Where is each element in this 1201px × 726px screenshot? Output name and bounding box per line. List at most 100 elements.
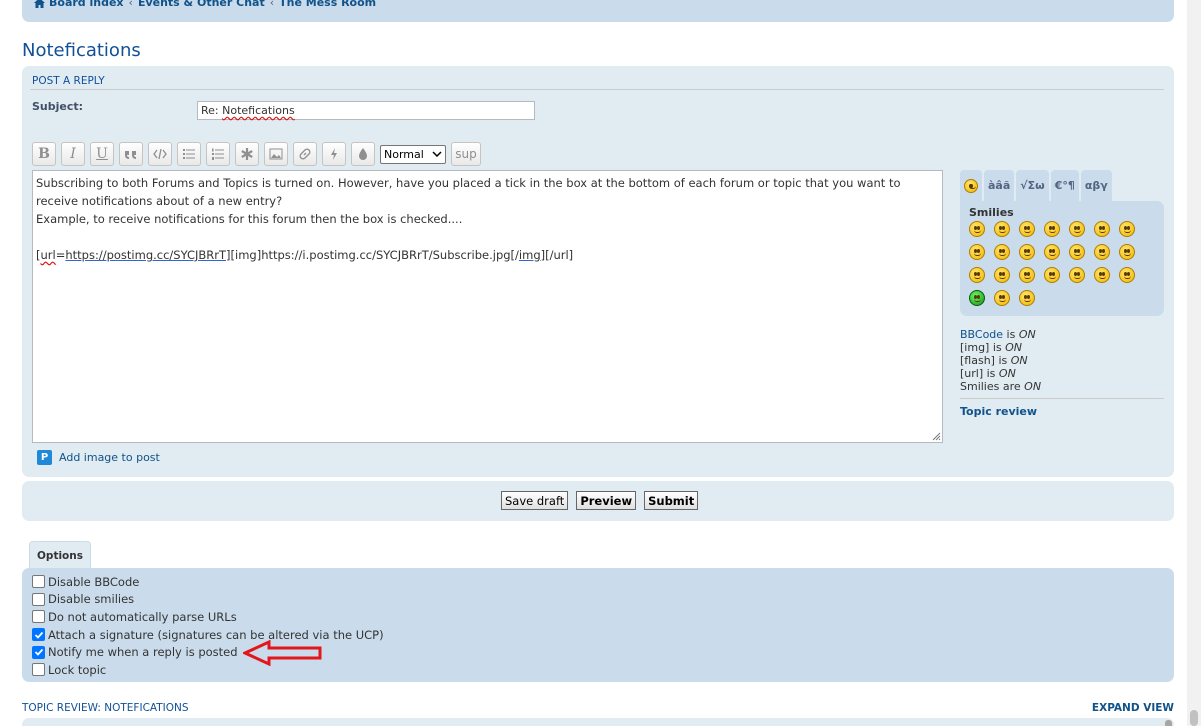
submit-button[interactable]: Submit [644,491,699,510]
italic-button[interactable]: I [61,142,85,166]
divider [960,398,1164,399]
topic-review-panel [22,718,1174,726]
checkbox[interactable] [32,663,45,677]
smiley-icon[interactable] [994,244,1010,260]
list-button[interactable] [177,142,201,166]
smiley-icon[interactable] [1094,221,1110,237]
smiley-mouth [974,299,981,302]
message-textarea[interactable]: Subscribing to both Forums and Topics is… [32,170,943,443]
tab-symbols[interactable]: €°¶ [1050,170,1079,201]
checkbox[interactable] [32,628,45,642]
checkmark-icon [34,649,43,656]
resize-grip-icon[interactable] [932,432,941,441]
smiley-icon[interactable] [994,221,1010,237]
page-title[interactable]: Notefications [22,40,141,61]
message-text: img [518,248,541,262]
smiley-mouth [999,253,1006,256]
smiley-icon[interactable] [1044,244,1060,260]
smiley-mouth [1074,230,1081,233]
smiley-icon[interactable] [1069,244,1085,260]
sup-button[interactable]: sup [451,142,481,166]
smiley-icon[interactable] [1069,221,1085,237]
code-icon [153,148,167,160]
smiley-icon[interactable] [1019,221,1035,237]
breadcrumb-events[interactable]: Events & Other Chat [138,0,265,9]
link-button[interactable] [293,142,317,166]
breadcrumb-mess-room[interactable]: The Mess Room [279,0,376,9]
smiley-icon[interactable] [969,244,985,260]
add-image-link[interactable]: P Add image to post [37,450,160,465]
topic-review-scrollbar[interactable] [1165,720,1172,726]
smiley-icon[interactable] [1019,244,1035,260]
numbered-list-button[interactable] [206,142,230,166]
smiley-icon[interactable] [969,221,985,237]
list-icon [183,149,195,159]
font-size-select[interactable]: Normal [380,144,446,164]
scrollbar-thumb[interactable] [1190,710,1198,726]
save-draft-button[interactable]: Save draft [501,491,569,510]
smiley-icon[interactable] [1119,221,1135,237]
expand-view-link[interactable]: EXPAND VIEW [1092,702,1174,714]
message-text: [img]https://i.postimg.cc/SYCJBRrT/Subsc… [230,248,519,262]
checkbox[interactable] [32,575,45,589]
smiley-icon[interactable] [1119,267,1135,283]
tab-math[interactable]: √Σω [1016,170,1049,201]
option-disable-smilies[interactable]: Disable smilies [32,591,384,609]
bold-button[interactable]: B [32,142,56,166]
tab-smilies[interactable] [960,170,982,201]
font-size-value: Normal [384,147,424,161]
page-scrollbar[interactable] [1187,0,1201,726]
tab-greek[interactable]: αβγ [1080,170,1112,201]
smiley-icon[interactable] [1044,267,1060,283]
smiley-mouth [1024,276,1031,279]
smiley-icon[interactable] [1094,267,1110,283]
bbcode-link[interactable]: BBCode [960,328,1003,341]
option-label: Attach a signature (signatures can be al… [48,627,384,642]
option-notify-reply[interactable]: Notify me when a reply is posted [32,643,384,661]
smiley-icon[interactable] [1044,221,1060,237]
image-button[interactable] [264,142,288,166]
checkbox[interactable] [32,645,45,659]
code-button[interactable] [148,142,172,166]
smiley-icon[interactable] [994,267,1010,283]
smiley-icon[interactable] [1119,244,1135,260]
underline-button[interactable]: U [90,142,114,166]
smiley-icon[interactable] [969,290,985,306]
quote-icon [125,151,136,159]
numbered-list-icon [212,148,224,160]
smiley-mouth [1099,230,1106,233]
red-arrow-annotation-icon [243,640,322,666]
smiley-mouth [999,230,1006,233]
option-disable-magic-url[interactable]: Do not automatically parse URLs [32,608,384,626]
checkbox[interactable] [32,592,45,606]
flash-button[interactable] [322,142,346,166]
checkbox[interactable] [32,610,45,624]
smiley-icon[interactable] [1019,290,1035,306]
option-lock-topic[interactable]: Lock topic [32,661,384,679]
smiley-icon[interactable] [1069,267,1085,283]
smiley-icon[interactable] [1094,244,1110,260]
smiley-icon[interactable] [1019,267,1035,283]
status-text: [img] is [960,341,1006,354]
smiley-icon[interactable] [969,267,985,283]
smiley-mouth [969,186,976,189]
quote-button[interactable] [119,142,143,166]
option-disable-bbcode[interactable]: Disable BBCode [32,573,384,591]
tab-accents[interactable]: àâã [984,170,1015,201]
status-smilies: Smilies are ON [960,380,1041,393]
preview-button[interactable]: Preview [576,491,637,510]
smiley-icon[interactable] [994,290,1010,306]
options-list: Disable BBCode Disable smilies Do not au… [32,573,384,679]
smilies-grid [969,221,1155,306]
option-attach-signature[interactable]: Attach a signature (signatures can be al… [32,626,384,644]
message-text: url [40,248,56,262]
smiley-mouth [1049,253,1056,256]
color-button[interactable] [351,142,375,166]
list-item-button[interactable] [235,142,259,166]
smiley-mouth [1024,230,1031,233]
tab-options[interactable]: Options [29,541,91,569]
breadcrumb-board-index[interactable]: Board index [49,0,124,9]
topic-review-link[interactable]: Topic review [960,405,1037,418]
link-icon [299,148,311,160]
subject-input[interactable]: Re: Notefications [197,101,535,120]
